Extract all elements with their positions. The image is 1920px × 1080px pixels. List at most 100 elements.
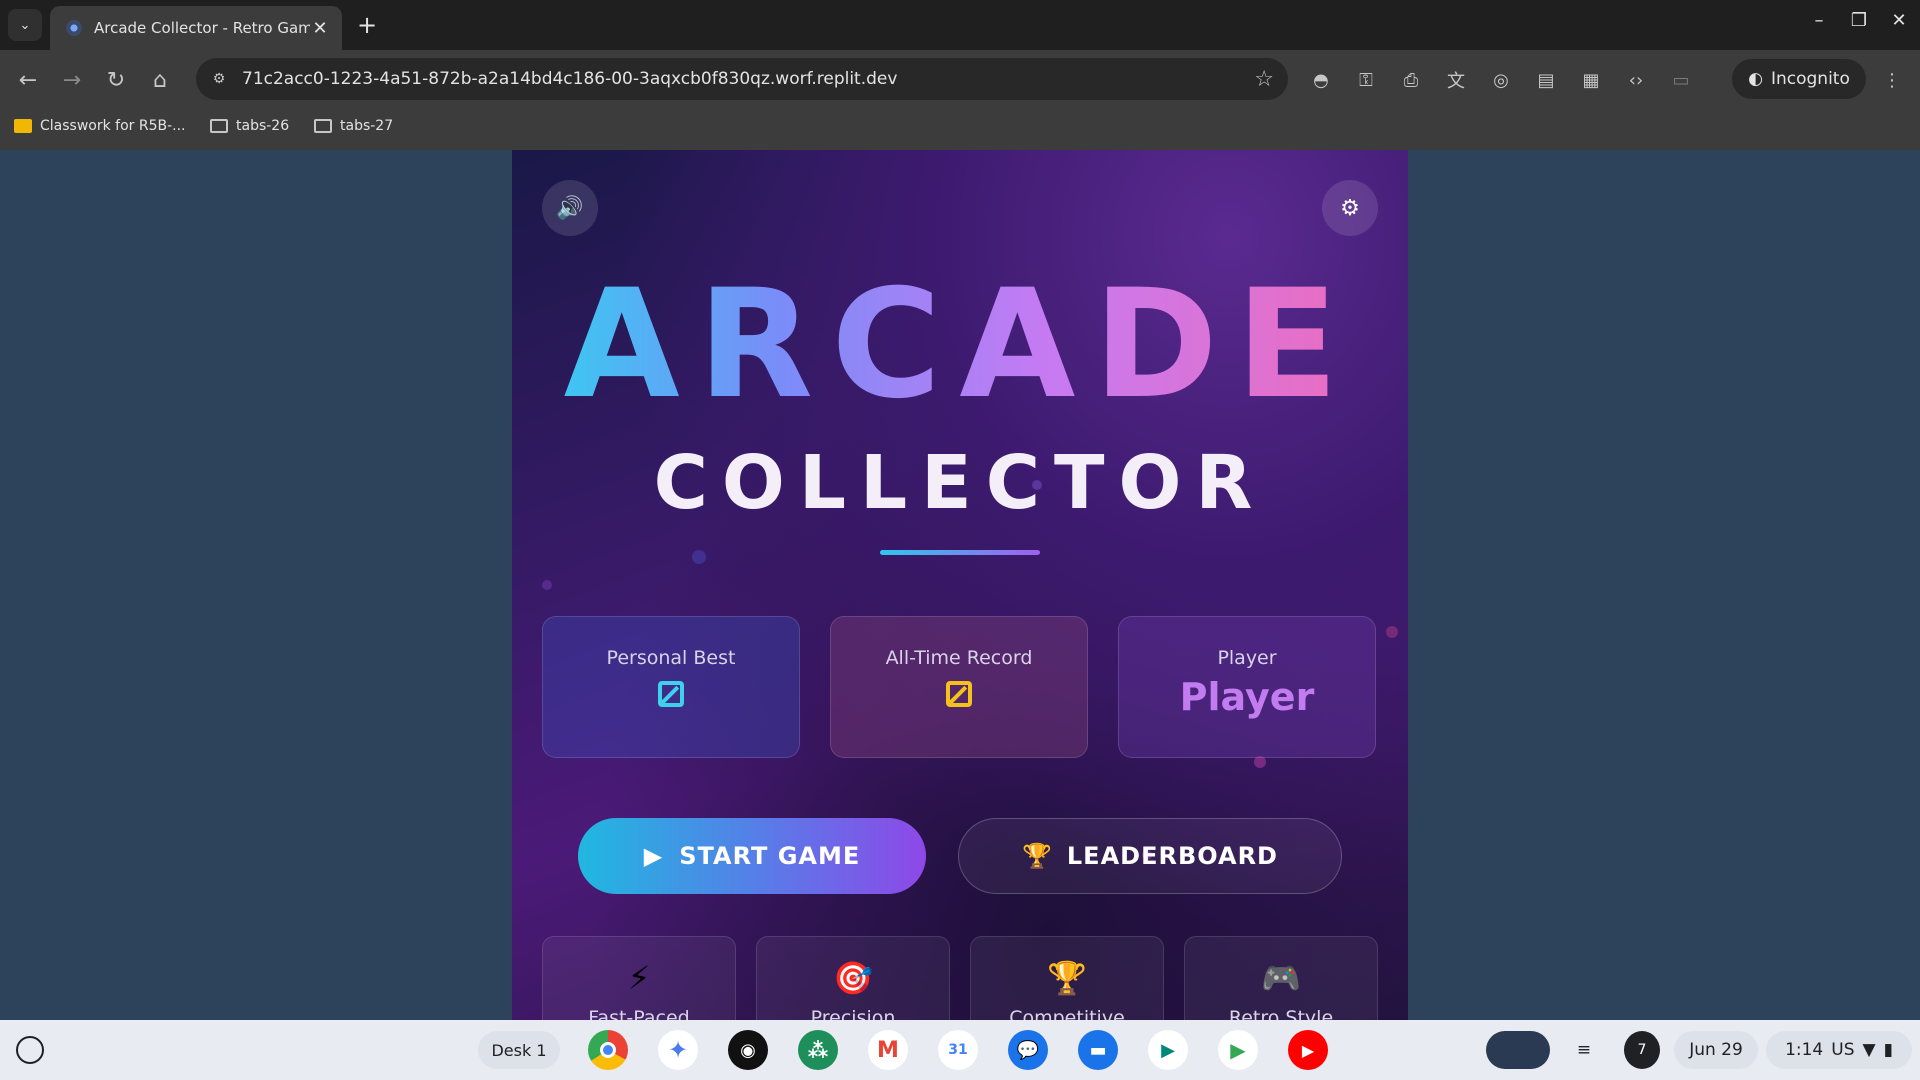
system-shelf: Desk 1 ✦ ◉ ⁂ M 31 💬 ▬ ▶ ▶ ▶ ≡ 7 Jun 29 1… — [0, 1020, 1920, 1080]
media-controls-icon[interactable]: ≡ — [1566, 1031, 1602, 1069]
incognito-badge[interactable]: ◐ Incognito — [1732, 59, 1866, 99]
incognito-icon: ◐ — [1748, 69, 1763, 89]
dev-tools-icon[interactable]: ‹› — [1622, 66, 1650, 94]
trophy-icon: 🏆 — [1022, 842, 1053, 870]
start-game-button[interactable]: ▶ START GAME — [578, 818, 926, 894]
tote-preview[interactable] — [1486, 1031, 1550, 1069]
gemini-app-icon[interactable]: ✦ — [658, 1030, 698, 1070]
tab-close-icon[interactable]: ✕ — [310, 18, 330, 39]
date-pill[interactable]: Jun 29 — [1674, 1031, 1758, 1069]
audible-app-icon[interactable]: ◉ — [728, 1030, 768, 1070]
bookmarks-bar: Classwork for R5B-... tabs-26 tabs-27 — [0, 108, 1920, 150]
active-tab[interactable]: Arcade Collector - Retro Game ✕ — [50, 6, 342, 50]
folder-icon — [210, 119, 228, 133]
feature-label: Fast-Paced — [588, 1007, 690, 1020]
reload-icon[interactable]: ↻ — [100, 64, 132, 96]
bookmark-classwork[interactable]: Classwork for R5B-... — [14, 118, 186, 134]
tab-strip: ⌄ Arcade Collector - Retro Game ✕ + – ❐ … — [0, 0, 1920, 50]
game-screen: 🔊 ⚙ ARCADE COLLECTOR Personal Best All-T… — [512, 150, 1408, 1020]
wifi-icon: ▼ — [1862, 1040, 1876, 1060]
game-title-sub: COLLECTOR — [653, 440, 1267, 526]
cast-icon[interactable]: ▭ — [1667, 66, 1695, 94]
play-icon: ▶ — [643, 842, 664, 870]
chrome-app-icon[interactable] — [588, 1030, 628, 1070]
sound-toggle-button[interactable]: 🔊 — [542, 180, 598, 236]
player-name: Player — [1179, 675, 1315, 719]
status-tray[interactable]: 1:14 US ▼ ▮ — [1766, 1031, 1912, 1069]
start-game-label: START GAME — [679, 842, 861, 870]
stat-label: Personal Best — [606, 647, 736, 669]
notification-count[interactable]: 7 — [1624, 1031, 1660, 1069]
address-bar[interactable]: ⚙ 71c2acc0-1223-4a51-872b-a2a14bd4c186-0… — [196, 58, 1288, 100]
youtube-app-icon[interactable]: ▶ — [1288, 1030, 1328, 1070]
classroom-icon — [14, 119, 32, 133]
tab-title: Arcade Collector - Retro Game — [94, 19, 310, 37]
sparkle — [692, 550, 706, 564]
all-time-record-zero-glyph — [946, 681, 972, 707]
stat-card-player: Player Player — [1118, 616, 1376, 758]
stat-value — [543, 681, 799, 711]
minimize-icon[interactable]: – — [1804, 10, 1834, 31]
tab-favicon-icon — [66, 20, 82, 36]
bookmark-label: Classwork for R5B-... — [40, 118, 186, 134]
messages-app-icon[interactable]: 💬 — [1008, 1030, 1048, 1070]
forward-icon[interactable]: → — [56, 64, 88, 96]
bookmark-star-icon[interactable]: ☆ — [1254, 67, 1274, 92]
feature-label: Retro Style — [1228, 1007, 1334, 1020]
sparkle — [542, 580, 552, 590]
desk-switcher[interactable]: Desk 1 — [478, 1031, 560, 1069]
gear-icon: ⚙ — [1340, 195, 1360, 221]
folder-icon — [314, 119, 332, 133]
stat-label: All-Time Record — [885, 647, 1033, 669]
speaker-icon: 🔊 — [556, 195, 584, 221]
stat-label: Player — [1217, 647, 1277, 669]
clock-time: 1:14 — [1785, 1040, 1824, 1060]
gamepad-icon: 🎮 — [1261, 959, 1301, 997]
screenshot-icon[interactable]: ◎ — [1487, 66, 1515, 94]
print-icon[interactable]: ⎙ — [1397, 66, 1425, 94]
translate-icon[interactable]: 文 — [1442, 66, 1470, 94]
restore-icon[interactable]: ❐ — [1844, 10, 1874, 31]
launcher-icon[interactable] — [16, 1036, 44, 1064]
personal-best-zero-glyph — [658, 681, 684, 707]
locale-indicator: US — [1831, 1040, 1855, 1060]
stat-card-personal-best: Personal Best — [542, 616, 800, 758]
leaderboard-button[interactable]: 🏆 LEADERBOARD — [958, 818, 1342, 894]
bookmark-label: tabs-26 — [236, 118, 290, 134]
site-info-icon[interactable]: ⚙ — [204, 64, 234, 94]
password-key-icon[interactable]: ⚿ — [1352, 66, 1380, 94]
files-app-icon[interactable]: ▬ — [1078, 1030, 1118, 1070]
tab-search-button[interactable]: ⌄ — [8, 9, 42, 41]
meet-app-icon[interactable]: ▶ — [1148, 1030, 1188, 1070]
leaderboard-label: LEADERBOARD — [1066, 842, 1278, 870]
reading-mode-icon[interactable]: ▤ — [1532, 66, 1560, 94]
lightning-icon: ⚡ — [627, 959, 651, 997]
bookmark-folder-tabs-26[interactable]: tabs-26 — [210, 118, 289, 134]
stat-value — [831, 681, 1087, 711]
close-window-icon[interactable]: ✕ — [1884, 10, 1914, 31]
new-tab-button[interactable]: + — [352, 10, 382, 40]
bookmark-folder-tabs-27[interactable]: tabs-27 — [314, 118, 393, 134]
feature-label: Precision — [810, 1007, 896, 1020]
feature-card-competitive: 🏆 Competitive — [970, 936, 1164, 1020]
browser-toolbar: ← → ↻ ⌂ ⚙ 71c2acc0-1223-4a51-872b-a2a14b… — [0, 50, 1920, 108]
home-icon[interactable]: ⌂ — [144, 64, 176, 96]
gmail-app-icon[interactable]: M — [868, 1030, 908, 1070]
back-icon[interactable]: ← — [12, 64, 44, 96]
menu-kebab-icon[interactable]: ⋮ — [1878, 66, 1906, 94]
calendar-app-icon[interactable]: 31 — [938, 1030, 978, 1070]
feature-card-precision: 🎯 Precision — [756, 936, 950, 1020]
bookmark-label: tabs-27 — [340, 118, 394, 134]
feature-label: Competitive — [1009, 1007, 1125, 1020]
tab-layout-icon[interactable]: ▦ — [1577, 66, 1605, 94]
apps-hub-icon[interactable]: ⁂ — [798, 1030, 838, 1070]
incognito-extension-icon[interactable]: ◓ — [1307, 66, 1335, 94]
url-text[interactable]: 71c2acc0-1223-4a51-872b-a2a14bd4c186-00-… — [242, 69, 1254, 89]
chrome-center — [600, 1042, 616, 1058]
stat-card-all-time-record: All-Time Record — [830, 616, 1088, 758]
play-store-app-icon[interactable]: ▶ — [1218, 1030, 1258, 1070]
settings-button[interactable]: ⚙ — [1322, 180, 1378, 236]
game-title-main: ARCADE — [512, 260, 1408, 430]
sparkle — [1386, 626, 1398, 638]
target-icon: 🎯 — [833, 959, 873, 997]
